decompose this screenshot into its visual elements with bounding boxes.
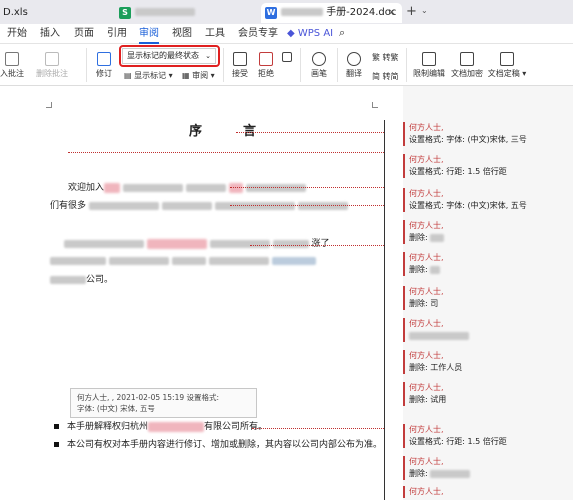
review-ribbon: 入批注 删除批注 修订 ▤ 显示标记 ▾ ▦ 审阅 ▾ 接受 拒绝 画笔 翻译 … — [0, 44, 573, 86]
comment-icon — [5, 52, 19, 66]
file-tab-doc[interactable]: W 手册-2024.doc × — [261, 3, 402, 23]
convert-simplified-button[interactable]: 简 转简 — [372, 71, 399, 82]
review-pane-button[interactable]: ▦ 审阅 ▾ — [182, 70, 215, 81]
file-tab-bar: D.xls S W 手册-2024.doc × + ⌄ — [0, 0, 573, 24]
tab-tools[interactable]: 工具 — [205, 26, 225, 41]
tab-member[interactable]: 会员专享 — [238, 26, 278, 41]
ribbon-divider — [86, 48, 87, 82]
encrypt-button[interactable]: 文档加密 — [450, 52, 484, 79]
revision-balloon[interactable]: 何方人士, 删除: — [403, 456, 573, 480]
revision-balloon[interactable]: 何方人士, 删除: 试用 — [403, 382, 573, 406]
tab-wps-ai[interactable]: ◆ WPS AI — [287, 26, 333, 41]
accept-icon — [233, 52, 247, 66]
writer-icon: W — [265, 7, 277, 19]
ribbon-divider — [223, 48, 224, 82]
bullet-item: 本公司有权对本手册内容进行修订、增加或删除，其内容以公司内部公布为准。 — [54, 437, 382, 450]
file-tab-xls[interactable]: D.xls — [0, 3, 112, 23]
paragraph-line: 公司。 — [50, 272, 113, 285]
revision-balloon[interactable]: 何方人士, 设置格式: 字体: (中文)宋体, 三号 — [403, 122, 573, 146]
change-leader-line — [236, 132, 384, 133]
tab-reference[interactable]: 引用 — [107, 26, 127, 41]
encrypt-doc-icon — [460, 52, 474, 66]
revision-balloon[interactable]: 何方人士, 删除: 工作人员 — [403, 350, 573, 374]
new-tab-icon[interactable]: + — [406, 4, 417, 19]
revision-balloon[interactable]: 何方人士, 设置格式: 行距: 1.5 倍行距 — [403, 424, 573, 448]
bullet-item: 本手册解释权归杭州 有限公司所有。 — [54, 419, 267, 432]
previous-change-icon[interactable] — [281, 52, 293, 64]
accept-button[interactable]: 接受 — [229, 52, 251, 79]
tab-view[interactable]: 视图 — [172, 26, 192, 41]
tab-page[interactable]: 页面 — [74, 26, 94, 41]
convert-traditional-button[interactable]: 繁 转繁 — [372, 52, 399, 63]
review-pane-icon: ▦ — [182, 71, 193, 80]
finalize-doc-icon — [500, 52, 514, 66]
change-leader-line — [230, 187, 384, 188]
bullet-icon — [54, 424, 59, 429]
delete-comment-icon — [45, 52, 59, 66]
translate-button[interactable]: 翻译 — [342, 52, 366, 79]
crop-mark — [372, 102, 378, 108]
pen-icon — [312, 52, 326, 66]
tab-home[interactable]: 开始 — [7, 26, 27, 41]
change-leader-line — [250, 245, 384, 246]
blurred-filename — [135, 8, 195, 16]
tab-insert[interactable]: 插入 — [40, 26, 60, 41]
show-markup-button[interactable]: ▤ 显示标记 ▾ — [124, 70, 173, 81]
finalize-button[interactable]: 文档定稿 ▾ — [486, 52, 528, 79]
close-tab-icon[interactable]: × — [388, 3, 396, 23]
convert-icon: 繁 — [372, 53, 383, 62]
file-tab-name: D.xls — [3, 7, 28, 18]
paragraph-line: 涨了 — [64, 236, 380, 249]
ink-button[interactable]: 画笔 — [308, 52, 330, 79]
bullet-icon — [54, 442, 59, 447]
revision-balloon[interactable]: 何方人士, 删除: 司 — [403, 286, 573, 310]
revision-balloon[interactable]: 何方人士, 删除: — [403, 252, 573, 276]
spreadsheet-icon: S — [119, 7, 131, 19]
ribbon-divider — [406, 48, 407, 82]
revision-balloon[interactable]: 何方人士, 设置格式: 行距: 1.5 倍行距 — [403, 154, 573, 178]
reject-button[interactable]: 拒绝 — [255, 52, 277, 79]
file-tab-name: 手册-2024.doc — [326, 7, 397, 18]
convert-icon: 简 — [372, 72, 383, 81]
ribbon-divider — [337, 48, 338, 82]
search-icon[interactable]: ⌕ — [339, 25, 345, 40]
restrict-edit-button[interactable]: 限制编辑 — [412, 52, 446, 79]
revision-tooltip: 何方人士, , 2021-02-05 15:19 设置格式: 字体: (中文) … — [70, 388, 257, 418]
file-tab-sheet[interactable]: S — [115, 3, 245, 23]
document-title: 序 言 — [189, 124, 271, 139]
track-changes-button[interactable]: 修订 — [92, 52, 116, 79]
tab-review[interactable]: 审阅 — [139, 26, 159, 44]
paragraph-line — [50, 256, 380, 266]
translate-icon — [347, 52, 361, 66]
change-leader-line — [230, 205, 384, 206]
wps-ai-icon: ◆ — [287, 28, 298, 39]
insert-comment-button[interactable]: 入批注 — [0, 52, 24, 79]
revision-balloon[interactable]: 何方人士, — [403, 486, 573, 498]
revision-balloon[interactable]: 何方人士, — [403, 318, 573, 342]
revision-balloon[interactable]: 何方人士, 设置格式: 字体: (中文)宋体, 五号 — [403, 188, 573, 212]
revision-balloon[interactable]: 何方人士, 删除: — [403, 220, 573, 244]
markup-divider — [384, 120, 385, 500]
crop-mark — [46, 102, 52, 108]
lock-doc-icon — [422, 52, 436, 66]
highlight-annotation — [119, 45, 220, 67]
ribbon-divider — [300, 48, 301, 82]
track-changes-icon — [97, 52, 111, 66]
menu-bar: 开始 插入 页面 引用 审阅 视图 工具 会员专享 ◆ WPS AI ⌕ — [0, 24, 573, 44]
change-leader-line — [68, 152, 384, 153]
change-leader-line — [252, 428, 384, 429]
show-markup-icon: ▤ — [124, 71, 135, 80]
tab-list-chevron-icon[interactable]: ⌄ — [421, 6, 428, 15]
blurred-filename — [281, 8, 323, 16]
reject-icon — [259, 52, 273, 66]
delete-comment-button[interactable]: 删除批注 — [30, 52, 74, 79]
